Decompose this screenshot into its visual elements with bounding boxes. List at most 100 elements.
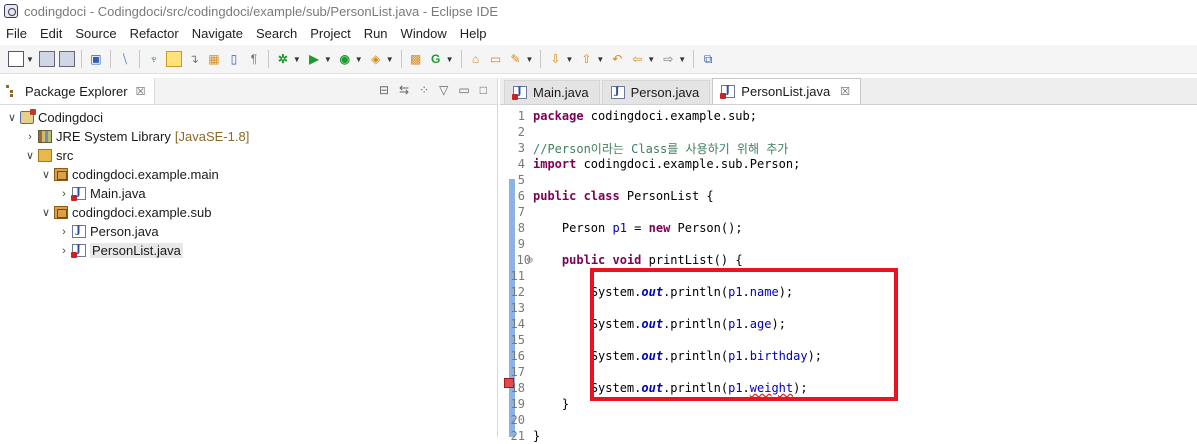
chevron-down-icon[interactable]: ▼	[355, 55, 363, 64]
tab-person-java[interactable]: Person.java	[601, 80, 711, 104]
open-folder-icon[interactable]: ⌂	[468, 51, 484, 67]
package-explorer-panel: Package Explorer ☒ ⊟ ⇆ ⁘ ▽ ▭ □ ∨ Codingd…	[0, 78, 498, 437]
chevron-down-icon[interactable]: ▼	[596, 55, 604, 64]
menu-help[interactable]: Help	[454, 26, 494, 41]
highlight-icon[interactable]	[165, 51, 182, 67]
chevron-down-icon[interactable]: ∨	[24, 149, 36, 162]
show-whitespace-icon[interactable]: ¶	[246, 51, 262, 67]
code-line: 4 import codingdoci.example.sub.Person;	[500, 156, 801, 172]
line-number: 11	[510, 269, 525, 283]
tree-item-package-main[interactable]: ∨ codingdoci.example.main	[0, 165, 497, 184]
menu-file[interactable]: File	[0, 26, 34, 41]
tree-label: JRE System Library	[56, 129, 171, 144]
close-icon[interactable]: ☒	[840, 85, 850, 98]
java-file-error-icon	[71, 187, 86, 201]
chevron-down-icon[interactable]: ▼	[293, 55, 301, 64]
save-icon[interactable]	[38, 51, 55, 67]
run-icon[interactable]: ▶	[306, 51, 322, 67]
forward-icon[interactable]: ⇨	[660, 51, 676, 67]
chevron-right-icon[interactable]: ›	[58, 188, 70, 200]
skip-breakpoints-icon[interactable]: ⧹	[117, 51, 133, 67]
tree-item-personlist-java[interactable]: › PersonList.java	[0, 241, 497, 260]
line-number: 3	[517, 141, 525, 155]
chevron-down-icon[interactable]: ∨	[6, 111, 18, 124]
view-menu-icon[interactable]: ▽	[439, 83, 448, 97]
chevron-down-icon[interactable]: ∨	[40, 168, 52, 181]
line-number: 16	[510, 349, 525, 363]
tab-main-java[interactable]: Main.java	[504, 80, 600, 104]
chevron-down-icon[interactable]: ▼	[446, 55, 454, 64]
menu-project[interactable]: Project	[304, 26, 357, 41]
menu-navigate[interactable]: Navigate	[186, 26, 250, 41]
tree-item-src[interactable]: ∨ src	[0, 146, 497, 165]
collapse-all-icon[interactable]: ⊟	[379, 83, 389, 97]
package-explorer-icon	[6, 85, 20, 97]
tree-item-person-java[interactable]: › Person.java	[0, 222, 497, 241]
code-text: codingdoci.example.sub.Person;	[576, 157, 801, 171]
code-line: 19 }	[500, 396, 570, 412]
open-task-icon[interactable]: ▦	[206, 51, 222, 67]
editor-tabbar: Main.java Person.java PersonList.java ☒	[500, 78, 1197, 105]
new-class-icon[interactable]: G	[428, 51, 444, 67]
tree-item-library[interactable]: › JRE System Library [JavaSE-1.8]	[0, 127, 497, 146]
package-explorer-tabbar: Package Explorer ☒ ⊟ ⇆ ⁘ ▽ ▭ □	[0, 78, 497, 105]
external-tools-icon[interactable]: ◈	[368, 51, 384, 67]
debug-icon[interactable]: ✲	[275, 51, 291, 67]
tab-personlist-java[interactable]: PersonList.java ☒	[712, 78, 862, 104]
link-editor-icon[interactable]: ⇆	[399, 83, 409, 97]
chevron-right-icon[interactable]: ›	[58, 226, 70, 238]
new-file-icon[interactable]	[8, 51, 24, 67]
tab-package-explorer[interactable]: Package Explorer ☒	[0, 78, 155, 104]
previous-edit-icon[interactable]: ⇧	[578, 51, 594, 67]
menu-run[interactable]: Run	[358, 26, 395, 41]
menu-edit[interactable]: Edit	[34, 26, 69, 41]
code-line: 21 }	[500, 428, 541, 444]
next-edit-icon[interactable]: ⇩	[547, 51, 563, 67]
filter-icon[interactable]: ⁘	[419, 83, 429, 97]
chevron-down-icon[interactable]: ▼	[565, 55, 573, 64]
line-number: 21	[510, 429, 525, 443]
maximize-icon[interactable]: □	[480, 83, 487, 97]
tree-item-main-java[interactable]: › Main.java	[0, 184, 497, 203]
pin-editor-icon[interactable]: ⧉	[700, 51, 716, 67]
coverage-icon[interactable]: ◉	[337, 51, 353, 67]
chevron-down-icon[interactable]: ▼	[678, 55, 686, 64]
toggle-mark-icon[interactable]: ▯	[226, 51, 242, 67]
chevron-right-icon[interactable]: ›	[24, 131, 36, 143]
menu-window[interactable]: Window	[395, 26, 454, 41]
next-annotation-icon[interactable]: ↴	[186, 51, 202, 67]
keyword: public class	[533, 189, 620, 203]
view-actions: ⊟ ⇆ ⁘ ▽ ▭ □	[379, 83, 487, 97]
java-file-icon	[72, 225, 86, 238]
chevron-down-icon[interactable]: ∨	[40, 206, 52, 219]
java-file-icon	[610, 86, 625, 99]
tree-item-project[interactable]: ∨ Codingdoci	[0, 108, 497, 127]
chevron-down-icon[interactable]: ▼	[647, 55, 655, 64]
line-number: 13	[510, 301, 525, 315]
menu-search[interactable]: Search	[250, 26, 304, 41]
menu-source[interactable]: Source	[69, 26, 123, 41]
folder-icon[interactable]: ▭	[488, 51, 504, 67]
tree-item-package-sub[interactable]: ∨ codingdoci.example.sub	[0, 203, 497, 222]
chevron-down-icon[interactable]: ▼	[26, 55, 34, 64]
toolbar-divider	[693, 50, 695, 68]
code-line: 6 public class PersonList {	[500, 188, 714, 204]
menu-refactor[interactable]: Refactor	[124, 26, 186, 41]
search-icon[interactable]: ✎	[508, 51, 524, 67]
back-icon[interactable]: ⇦	[629, 51, 645, 67]
save-all-icon[interactable]	[58, 51, 75, 67]
toolbar-divider	[80, 50, 82, 68]
open-type-icon[interactable]: ♆	[146, 51, 162, 67]
last-edit-icon[interactable]: ↶	[609, 51, 625, 67]
chevron-down-icon[interactable]: ▼	[526, 55, 534, 64]
minimize-icon[interactable]: ▭	[458, 83, 469, 97]
terminal-icon[interactable]: ▣	[88, 51, 104, 67]
new-java-project-icon[interactable]: ▩	[408, 51, 424, 67]
close-icon[interactable]: ☒	[136, 85, 146, 98]
chevron-down-icon[interactable]: ▼	[386, 55, 394, 64]
tree-label: codingdoci.example.sub	[72, 205, 212, 220]
chevron-down-icon[interactable]: ▼	[324, 55, 332, 64]
chevron-right-icon[interactable]: ›	[58, 245, 70, 257]
tree-label: PersonList.java	[90, 243, 183, 258]
package-explorer-title: Package Explorer	[25, 83, 128, 99]
